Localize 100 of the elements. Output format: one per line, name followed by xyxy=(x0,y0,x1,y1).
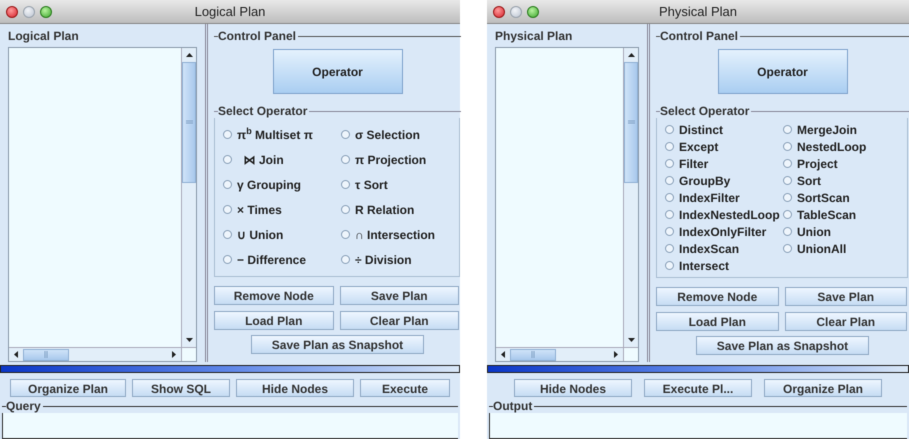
push-button[interactable]: Save Plan xyxy=(784,287,907,306)
radio-button[interactable] xyxy=(341,155,350,164)
horizontal-scrollbar[interactable] xyxy=(496,348,623,361)
push-button[interactable]: Clear Plan xyxy=(784,312,907,331)
divider-bar[interactable] xyxy=(0,365,460,373)
push-button[interactable]: Remove Node xyxy=(214,286,334,305)
radio-label: Sort xyxy=(797,172,821,190)
scroll-thumb[interactable] xyxy=(510,348,556,360)
close-light-icon[interactable] xyxy=(6,6,18,18)
operator-button[interactable]: Operator xyxy=(272,49,402,94)
radio-label: TableScan xyxy=(797,206,856,224)
vertical-scrollbar[interactable] xyxy=(623,48,638,347)
radio-button[interactable] xyxy=(665,244,674,253)
push-button[interactable]: Execute Pl... xyxy=(644,379,752,397)
radio-label: IndexNestedLoop xyxy=(679,206,780,224)
push-button[interactable]: Hide Nodes xyxy=(236,379,354,397)
radio-button[interactable] xyxy=(665,125,674,134)
vertical-scrollbar[interactable] xyxy=(181,48,196,347)
panel-title: Control Panel xyxy=(660,28,738,44)
radio-button[interactable] xyxy=(223,230,232,239)
close-light-icon[interactable] xyxy=(493,6,505,18)
radio-button[interactable] xyxy=(665,227,674,236)
radio-button[interactable] xyxy=(341,130,350,139)
push-button[interactable]: Organize Plan xyxy=(764,379,882,397)
radio-label: Distinct xyxy=(679,122,724,138)
radio-button[interactable] xyxy=(665,210,674,219)
radio-label: π$^{b}$ Multiset π xyxy=(237,126,313,144)
radio-label: π Projection xyxy=(355,152,426,168)
minimize-light-icon[interactable] xyxy=(510,6,522,18)
radio-button[interactable] xyxy=(783,244,792,253)
radio-button[interactable] xyxy=(223,205,232,214)
push-button[interactable]: Clear Plan xyxy=(340,311,459,330)
scroll-thumb[interactable] xyxy=(624,62,638,183)
radio-label: IndexFilter xyxy=(679,190,740,206)
radio-label: ∪ Union xyxy=(237,226,284,244)
radio-label: ∩ Intersection xyxy=(355,226,436,244)
push-button[interactable]: Execute xyxy=(360,379,450,397)
group-title: Select Operator xyxy=(660,104,750,118)
radio-button[interactable] xyxy=(341,205,350,214)
push-button[interactable]: Organize Plan xyxy=(10,379,126,397)
radio-button[interactable] xyxy=(223,255,232,264)
group-title: Select Operator xyxy=(218,104,308,118)
radio-label: ÷ Division xyxy=(355,252,412,268)
scroll-thumb[interactable] xyxy=(23,348,69,360)
zoom-light-icon[interactable] xyxy=(40,6,52,18)
panel-title: Output xyxy=(493,399,532,413)
radio-label: MergeJoin xyxy=(797,122,858,138)
window-title: Physical Plan xyxy=(658,2,738,21)
radio-button[interactable] xyxy=(665,193,674,202)
radio-button[interactable] xyxy=(665,142,674,151)
push-button[interactable]: Save Plan as Snapshot xyxy=(696,336,870,355)
radio-label: Union xyxy=(797,224,831,240)
radio-button[interactable] xyxy=(783,159,792,168)
push-button[interactable]: Remove Node xyxy=(656,287,778,306)
minimize-light-icon[interactable] xyxy=(23,6,35,18)
radio-button[interactable] xyxy=(223,130,232,139)
radio-label: SortScan xyxy=(797,190,850,206)
radio-button[interactable] xyxy=(341,230,350,239)
panel-title: Logical Plan xyxy=(8,28,80,44)
operator-button[interactable]: Operator xyxy=(718,49,848,94)
push-button[interactable]: Show SQL xyxy=(132,379,230,397)
radio-label: γ Grouping xyxy=(237,176,301,194)
radio-button[interactable] xyxy=(665,159,674,168)
radio-button[interactable] xyxy=(783,210,792,219)
radio-button[interactable] xyxy=(223,180,232,189)
radio-button[interactable] xyxy=(783,176,792,185)
radio-label: IndexOnlyFilter xyxy=(679,224,766,240)
radio-label: Filter xyxy=(679,156,708,172)
radio-button[interactable] xyxy=(665,176,674,185)
radio-button[interactable] xyxy=(223,155,232,164)
zoom-light-icon[interactable] xyxy=(527,6,539,18)
radio-label: σ Selection xyxy=(355,126,420,144)
text-area[interactable] xyxy=(2,413,458,439)
radio-button[interactable] xyxy=(341,255,350,264)
push-button[interactable]: Load Plan xyxy=(214,311,334,330)
horizontal-scrollbar[interactable] xyxy=(9,348,181,361)
radio-button[interactable] xyxy=(341,180,350,189)
push-button[interactable]: Save Plan as Snapshot xyxy=(250,335,424,354)
scroll-thumb[interactable] xyxy=(182,62,196,183)
push-button[interactable]: Hide Nodes xyxy=(514,379,632,397)
radio-label: R Relation xyxy=(355,202,414,218)
panel-title: Query xyxy=(6,399,41,413)
radio-label: Except xyxy=(679,138,718,156)
radio-label: GroupBy xyxy=(679,172,730,190)
radio-label: UnionAll xyxy=(797,240,846,258)
divider-bar[interactable] xyxy=(487,365,909,373)
push-button[interactable]: Load Plan xyxy=(656,312,778,331)
radio-label: NestedLoop xyxy=(797,138,866,156)
radio-button[interactable] xyxy=(783,142,792,151)
radio-button[interactable] xyxy=(783,227,792,236)
window-title: Logical Plan xyxy=(194,2,266,21)
push-button[interactable]: Save Plan xyxy=(340,286,459,305)
radio-label: Intersect xyxy=(679,258,730,274)
panel-title: Control Panel xyxy=(218,28,296,44)
radio-button[interactable] xyxy=(665,261,674,270)
radio-button[interactable] xyxy=(783,193,792,202)
radio-label: τ Sort xyxy=(355,176,388,194)
text-area[interactable] xyxy=(489,413,907,439)
radio-label: − Difference xyxy=(237,252,306,268)
radio-button[interactable] xyxy=(783,125,792,134)
